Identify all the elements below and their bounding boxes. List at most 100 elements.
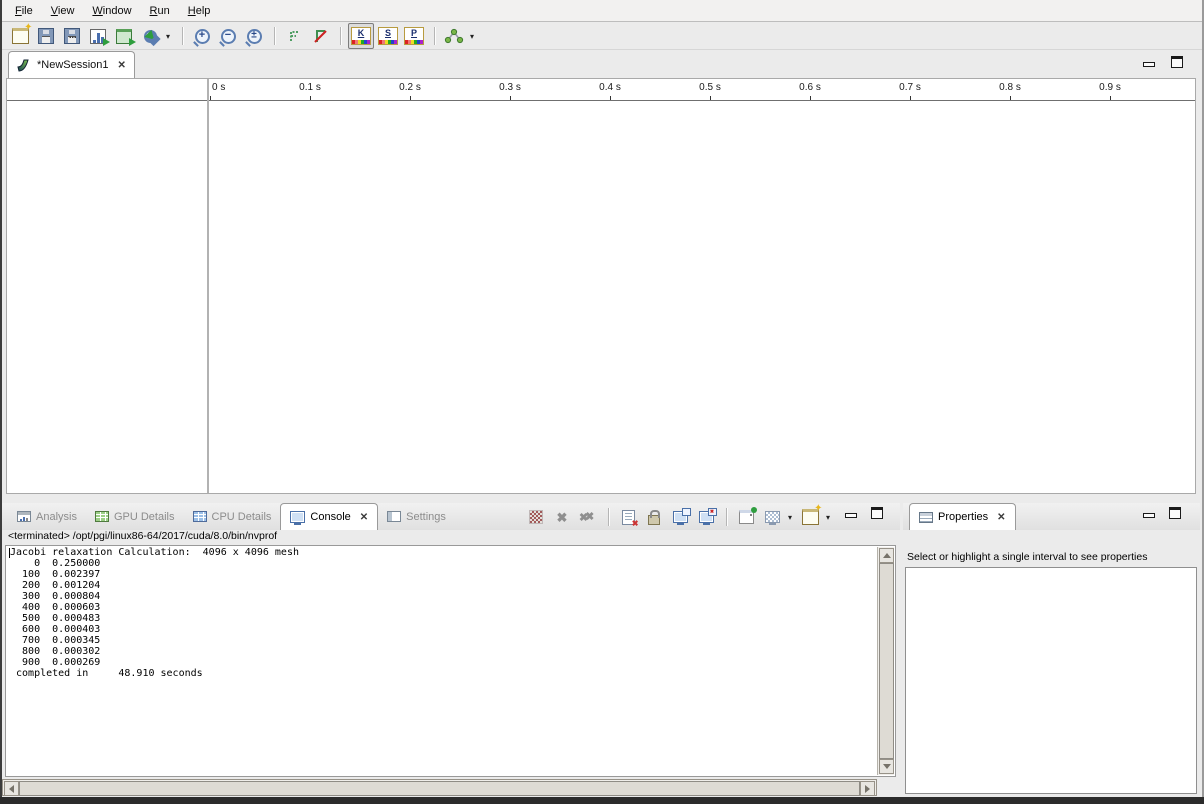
minimize-icon[interactable]: [845, 513, 857, 518]
scroll-right-button[interactable]: [860, 781, 875, 796]
ruler-tick-label: 0.1 s: [299, 82, 321, 93]
console-select-caret-icon[interactable]: ▾: [788, 513, 792, 522]
analysis-tab-icon: [17, 511, 31, 522]
settings-tab-icon: [387, 511, 401, 522]
tab-cpu-details[interactable]: CPU Details: [184, 503, 281, 530]
clear-console-button[interactable]: [616, 505, 640, 529]
open-console-caret-icon[interactable]: ▾: [826, 513, 830, 522]
remove-launch-button[interactable]: ✖: [550, 505, 574, 529]
gpu-details-tab-icon: [95, 511, 109, 522]
menu-item[interactable]: Window: [87, 3, 136, 19]
stream-mode-button[interactable]: S: [376, 24, 400, 48]
menu-item[interactable]: Help: [183, 3, 216, 19]
timeline-chart-button[interactable]: [86, 24, 110, 48]
tab-properties[interactable]: Properties ✕: [909, 503, 1016, 530]
kernel-mode-icon: K: [351, 27, 371, 45]
new-session-icon: [12, 28, 29, 44]
session-tab-label: *NewSession1: [37, 59, 109, 71]
ruler-tick-label: 0.7 s: [899, 82, 921, 93]
toolbar-separator: [608, 508, 610, 526]
view-window-buttons: [1143, 56, 1183, 68]
scroll-down-button[interactable]: [879, 759, 894, 774]
save-as-button[interactable]: [60, 24, 84, 48]
menu-bar: File View Window Run Help: [2, 0, 1202, 22]
ruler-tick-label: 0.3 s: [499, 82, 521, 93]
properties-tab-icon: [919, 512, 933, 523]
new-session-button[interactable]: [8, 24, 32, 48]
maximize-icon[interactable]: [871, 507, 883, 519]
session-tab-bar: *NewSession1 ✕: [2, 51, 1202, 78]
dropdown-caret-icon[interactable]: ▾: [166, 32, 170, 41]
analysis-dropdown-caret-icon[interactable]: ▾: [470, 32, 474, 41]
ruler-tick-label: 0.4 s: [599, 82, 621, 93]
toolbar-separator: [182, 27, 184, 45]
minimize-icon[interactable]: [1143, 513, 1155, 518]
tab-gpu-details[interactable]: GPU Details: [86, 503, 184, 530]
analysis-button[interactable]: [442, 24, 466, 48]
close-icon[interactable]: ✕: [360, 512, 368, 523]
terminate-icon: [529, 510, 543, 524]
minimize-icon[interactable]: [1143, 62, 1155, 67]
tab-label: GPU Details: [114, 511, 175, 523]
tab-session[interactable]: *NewSession1 ✕: [8, 51, 135, 78]
analysis-tree-icon: [444, 28, 464, 44]
save-button[interactable]: [34, 24, 58, 48]
import-button[interactable]: [112, 24, 136, 48]
clear-console-icon: [622, 510, 635, 525]
menu-item[interactable]: File: [10, 3, 38, 19]
maximize-icon[interactable]: [1169, 507, 1181, 519]
maximize-icon[interactable]: [1171, 56, 1183, 68]
vertical-scrollbar[interactable]: [877, 547, 894, 775]
console-status-line: <terminated> /opt/pgi/linux86-64/2017/cu…: [8, 530, 277, 542]
terminate-button[interactable]: [524, 505, 548, 529]
window-edge: [0, 797, 1204, 804]
text-cursor: [9, 548, 10, 558]
menu-item[interactable]: View: [46, 3, 80, 19]
scrollbar-thumb[interactable]: [879, 563, 894, 759]
timeline-ruler: 0 s0.1 s0.2 s0.3 s0.4 s0.5 s0.6 s0.7 s0.…: [7, 79, 1195, 101]
scroll-up-button[interactable]: [879, 548, 894, 563]
close-icon[interactable]: ✕: [118, 60, 126, 71]
console-select-icon: [765, 511, 780, 523]
tab-analysis[interactable]: Analysis: [8, 503, 86, 530]
console-tab-icon: [290, 511, 305, 523]
show-stdout-button[interactable]: [668, 505, 692, 529]
tab-label: Analysis: [36, 511, 77, 523]
kernel-mode-button[interactable]: K: [348, 23, 374, 49]
scroll-lock-button[interactable]: [642, 505, 666, 529]
tab-settings[interactable]: Settings: [378, 503, 455, 530]
search-run-button[interactable]: [138, 24, 162, 48]
process-mode-icon: P: [404, 27, 424, 45]
tab-console[interactable]: Console ✕: [280, 503, 378, 530]
ruler-tick-label: 0.6 s: [799, 82, 821, 93]
app-window: File View Window Run Help ▾ K S P: [0, 0, 1204, 804]
zoom-fit-icon: [247, 29, 262, 44]
properties-content: [905, 567, 1197, 794]
menu-item[interactable]: Run: [145, 3, 175, 19]
scrollbar-thumb[interactable]: [19, 781, 860, 796]
zoom-fit-button[interactable]: [242, 24, 266, 48]
horizontal-scrollbar[interactable]: [2, 779, 877, 796]
zoom-out-button[interactable]: [216, 24, 240, 48]
close-icon[interactable]: ✕: [997, 512, 1005, 523]
pin-console-button[interactable]: [734, 505, 758, 529]
main-toolbar: ▾ K S P ▾: [2, 23, 1202, 50]
scroll-left-button[interactable]: [4, 781, 19, 796]
toolbar-separator: [434, 27, 436, 45]
remove-all-button[interactable]: [576, 505, 600, 529]
console-output[interactable]: Jacobi relaxation Calculation: 4096 x 40…: [6, 546, 895, 679]
open-console-icon: [802, 509, 819, 525]
tab-label: Console: [310, 511, 350, 523]
remove-all-icon: [579, 510, 597, 524]
open-console-button[interactable]: [798, 505, 822, 529]
zoom-in-button[interactable]: [190, 24, 214, 48]
console-output-area[interactable]: Jacobi relaxation Calculation: 4096 x 40…: [5, 545, 896, 777]
display-console-button[interactable]: [760, 505, 784, 529]
process-mode-button[interactable]: P: [402, 24, 426, 48]
lock-icon: [648, 515, 660, 525]
show-stderr-button[interactable]: ✖: [694, 505, 718, 529]
panel-divider[interactable]: [207, 79, 209, 493]
marker-f-icon: [286, 28, 302, 44]
marker-k-button[interactable]: [308, 24, 332, 48]
marker-f-button[interactable]: [282, 24, 306, 48]
